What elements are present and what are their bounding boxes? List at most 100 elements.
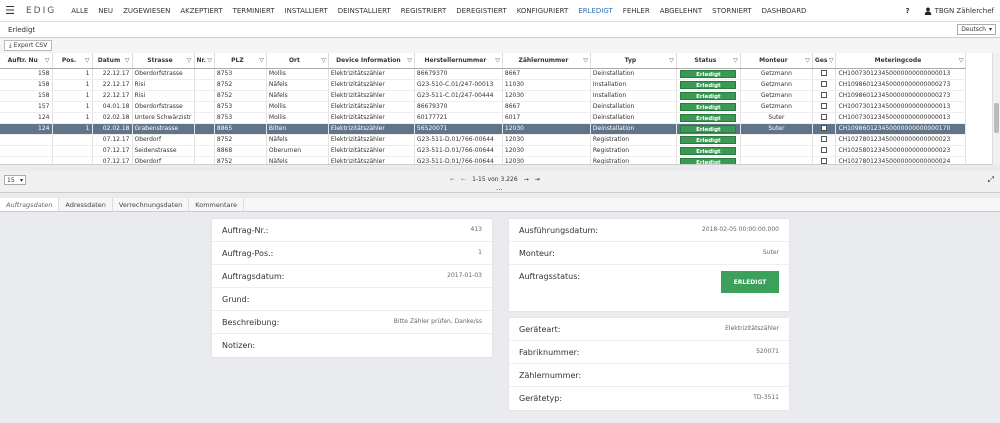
table-cell: Elektrizitätszähler: [328, 101, 415, 113]
prev-page-icon[interactable]: ←: [461, 176, 466, 183]
column-header[interactable]: Zählernummer ▽: [502, 53, 591, 69]
filter-icon[interactable]: ▽: [829, 57, 834, 64]
tab-adressdaten[interactable]: Adressdaten: [59, 198, 113, 211]
nav-item-neu[interactable]: NEU: [93, 7, 118, 15]
column-header[interactable]: Monteur ▽: [740, 53, 813, 69]
column-header[interactable]: Datum ▽: [92, 53, 133, 69]
filter-icon[interactable]: ▽: [187, 57, 192, 64]
row-checkbox[interactable]: [821, 80, 828, 87]
filter-icon[interactable]: ▽: [669, 57, 674, 64]
field-label: Auftrag-Nr.:: [222, 226, 269, 235]
help-icon[interactable]: ?: [906, 7, 910, 15]
page-size-select[interactable]: 15 ▾: [4, 175, 26, 185]
filter-icon[interactable]: ▽: [259, 57, 264, 64]
first-page-icon[interactable]: ⇤: [450, 176, 455, 183]
scrollbar-thumb[interactable]: [994, 103, 999, 133]
chevron-down-icon: ▾: [988, 26, 992, 33]
table-cell: Elektrizitätszähler: [328, 79, 415, 91]
nav-item-abgelehnt[interactable]: ABGELEHNT: [655, 7, 707, 15]
nav-item-alle[interactable]: ALLE: [66, 7, 93, 15]
table-row[interactable]: 07.12.17 Oberdorf 8752 Näfels Elektrizitätsz…: [0, 156, 967, 164]
table-row[interactable]: 158 1 22.12.17 Oberdorfstrasse 8753 Mollis Ele…: [0, 68, 967, 80]
table-cell: CH100730123450000000000000013: [835, 68, 967, 80]
column-header[interactable]: Herstellernummer ▽: [414, 53, 503, 69]
row-checkbox[interactable]: [821, 113, 828, 120]
table-row[interactable]: 124 1 02.02.18 Untere Schwärzistr 8753 Mollis…: [0, 112, 967, 124]
row-checkbox[interactable]: [821, 91, 828, 98]
resize-icon[interactable]: ⤢: [988, 175, 994, 185]
tab-verrechnungsdaten[interactable]: Verrechnungsdaten: [113, 198, 190, 211]
column-header[interactable]: Meteringcode ▽: [835, 53, 967, 69]
hamburger-icon[interactable]: ☰: [0, 4, 20, 17]
next-page-icon[interactable]: →: [524, 176, 529, 183]
table-cell: G23-511-D.01/766-00644: [414, 156, 503, 164]
row-checkbox[interactable]: [821, 157, 828, 164]
filter-icon[interactable]: ▽: [85, 57, 90, 64]
table-cell: [194, 90, 215, 102]
column-header[interactable]: Strasse ▽: [132, 53, 195, 69]
filter-icon[interactable]: ▽: [583, 57, 588, 64]
filter-icon[interactable]: ▽: [407, 57, 412, 64]
nav-item-storniert[interactable]: STORNIERT: [707, 7, 756, 15]
nav-item-konfiguriert[interactable]: KONFIGURIERT: [512, 7, 574, 15]
table-cell: [812, 79, 837, 91]
column-header[interactable]: Ort ▽: [266, 53, 329, 69]
row-checkbox[interactable]: [821, 102, 828, 109]
export-csv-button[interactable]: ⤓ Export CSV: [4, 40, 53, 51]
user-menu[interactable]: TBGN Zählerchef: [924, 7, 994, 15]
table-cell: Untere Schwärzistr: [132, 112, 195, 124]
row-checkbox[interactable]: [821, 135, 828, 142]
status-badge: Erledigt: [680, 69, 737, 78]
filter-icon[interactable]: ▽: [805, 57, 810, 64]
table-row[interactable]: 07.12.17 Oberdorf 8752 Näfels Elektrizitätsz…: [0, 134, 967, 146]
vertical-scrollbar[interactable]: [992, 53, 1000, 165]
field-label: Ausführungsdatum:: [519, 226, 599, 235]
table-cell: 07.12.17: [92, 156, 133, 164]
filter-icon[interactable]: ▽: [495, 57, 500, 64]
column-header[interactable]: Pos. ▽: [52, 53, 93, 69]
row-checkbox[interactable]: [821, 146, 828, 153]
nav-item-terminiert[interactable]: TERMINIERT: [228, 7, 280, 15]
column-header[interactable]: Status ▽: [676, 53, 741, 69]
filter-icon[interactable]: ▽: [321, 57, 326, 64]
language-select[interactable]: Deutsch ▾: [957, 24, 996, 35]
table-cell: [194, 134, 215, 146]
filter-icon[interactable]: ▽: [45, 57, 50, 64]
field-value: 1: [478, 249, 482, 256]
tab-auftragsdaten[interactable]: Auftragsdaten: [0, 198, 60, 211]
column-header[interactable]: Auftr. Nu ▽: [0, 53, 53, 69]
table-cell: Bilten: [266, 123, 329, 135]
filter-icon[interactable]: ▽: [959, 57, 964, 64]
row-checkbox[interactable]: [821, 69, 828, 76]
nav-item-dashboard[interactable]: DASHBOARD: [757, 7, 812, 15]
nav-item-installiert[interactable]: INSTALLIERT: [280, 7, 333, 15]
nav-item-deregistiert[interactable]: DEREGISTIERT: [451, 7, 511, 15]
table-cell: Näfels: [266, 79, 329, 91]
table-row[interactable]: 124 1 02.02.18 Grabenstrasse 8865 Bilten Elekt…: [0, 123, 967, 135]
table-row[interactable]: 157 1 04.01.18 Oberdorfstrasse 8753 Mollis Ele…: [0, 101, 967, 113]
nav-item-fehler[interactable]: FEHLER: [618, 7, 655, 15]
field-label: Zählernummer:: [519, 371, 582, 380]
filter-icon[interactable]: ▽: [207, 57, 212, 64]
table-row[interactable]: 158 1 22.12.17 Risi 8752 Näfels Elektrizitätsz…: [0, 79, 967, 91]
column-header[interactable]: Typ ▽: [590, 53, 677, 69]
nav-item-akzeptiert[interactable]: AKZEPTIERT: [175, 7, 227, 15]
nav-item-deinstalliert[interactable]: DEINSTALLIERT: [333, 7, 396, 15]
column-header-label: Herstellernummer: [424, 56, 487, 64]
column-header[interactable]: Device Information ▽: [328, 53, 415, 69]
filter-icon[interactable]: ▽: [733, 57, 738, 64]
tab-kommentare[interactable]: Kommentare: [189, 198, 245, 211]
last-page-icon[interactable]: ⇥: [535, 176, 540, 183]
nav-item-registriert[interactable]: REGISTRIERT: [396, 7, 451, 15]
filter-icon[interactable]: ▽: [125, 57, 130, 64]
column-header[interactable]: Ges ▽: [812, 53, 837, 69]
table-row[interactable]: 158 1 22.12.17 Risi 8752 Näfels Elektrizitätsz…: [0, 90, 967, 102]
table-cell: [52, 145, 93, 157]
nav-item-erledigt[interactable]: ERLEDIGT: [573, 7, 618, 15]
row-checkbox[interactable]: [821, 124, 828, 131]
status-button[interactable]: ERLEDIGT: [721, 271, 779, 293]
column-header[interactable]: Nr. ▽: [194, 53, 215, 69]
table-row[interactable]: 07.12.17 Seidenstrasse 8868 Oberurnen Elektr…: [0, 145, 967, 157]
nav-item-zugewiesen[interactable]: ZUGEWIESEN: [118, 7, 175, 15]
column-header[interactable]: PLZ ▽: [214, 53, 267, 69]
